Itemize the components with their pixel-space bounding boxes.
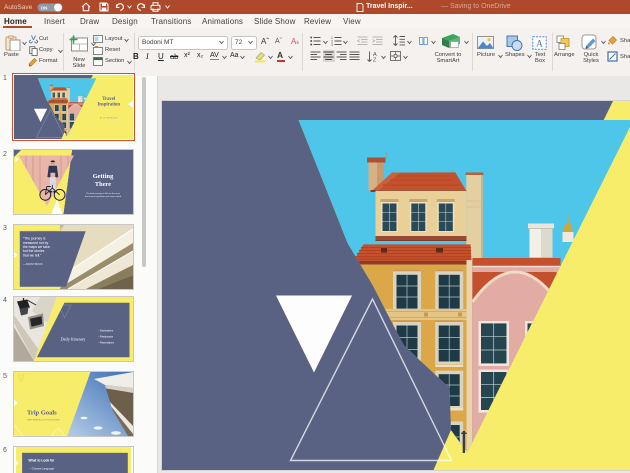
svg-text:– Destinations: – Destinations [98,330,114,333]
svg-text:Trip Goals: Trip Goals [27,410,57,417]
svg-text:A: A [536,38,543,48]
svg-text:that answer questions you neve: that answer questions you never asked [84,195,121,198]
svg-text:– Restaurants: – Restaurants [98,336,114,339]
svg-text:Getting: Getting [92,173,113,180]
svg-text:3: 3 [331,43,333,46]
svg-text:The best journeys in life are: The best journeys in life are the ones [85,192,119,195]
svg-text:What to Look for: What to Look for [28,458,55,462]
svg-text:WHAT WE'RE ALL OUT FOR IN TRAV: WHAT WE'RE ALL OUT FOR IN TRAVEL [27,419,60,422]
svg-text:– Reservations: – Reservations [98,342,115,345]
svg-text:• Choose Language: • Choose Language [30,466,54,470]
svg-text:Daily Itinerary: Daily Itinerary [60,337,86,342]
svg-text:—ANONYMOUS: —ANONYMOUS [23,262,43,266]
svg-text:Z: Z [373,57,377,62]
svg-text:that we tell.": that we tell." [23,253,42,257]
svg-text:ON: ON [41,5,48,10]
svg-text:There: There [94,181,110,188]
